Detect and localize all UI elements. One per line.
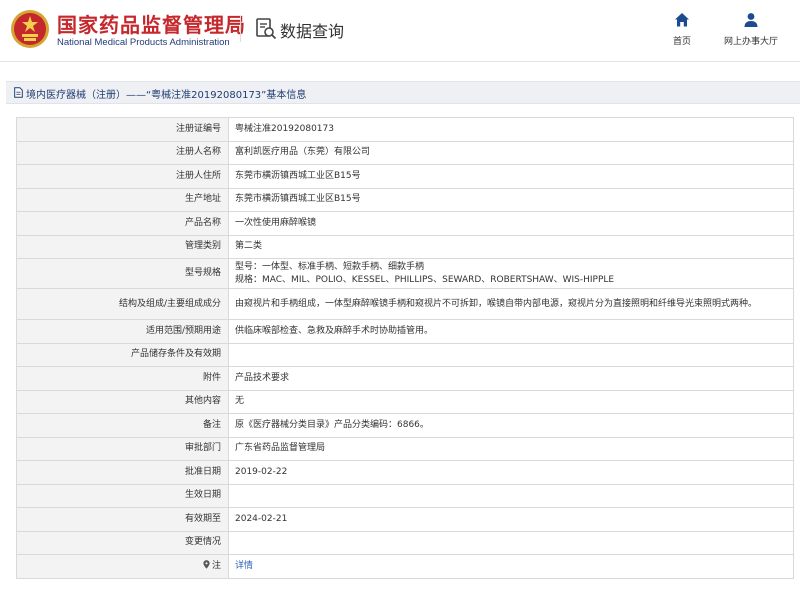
attachment-value: 产品技术要求 [228,366,794,391]
table-row: 生效日期 [16,483,794,508]
model-line: 型号：一体型、标准手柄、短款手柄、细款手柄 [235,261,425,272]
record-title: 境内医疗器械（注册）——“粤械注准20192080173”基本信息 [26,90,307,101]
registrant-address-label: 注册人住所 [16,164,229,189]
header-divider [240,16,241,42]
approval-date-value: 2019-02-22 [228,460,794,485]
national-emblem-icon [11,10,49,48]
table-row: 结构及组成/主要组成成分 由窥视片和手柄组成，一体型麻醉喉镜手柄和窥视片不可拆卸… [16,288,794,320]
table-row: 产品储存条件及有效期 [16,342,794,367]
effective-date-value [228,483,794,508]
reg-no-value: 粤械注准20192080173 [228,117,794,142]
table-row: 型号规格 型号：一体型、标准手柄、短款手柄、细款手柄 规格：MAC、MIL、PO… [16,258,794,289]
model-spec-value: 型号：一体型、标准手柄、短款手柄、细款手柄 规格：MAC、MIL、POLIO、K… [228,258,794,289]
registrant-label: 注册人名称 [16,140,229,165]
effective-date-label: 生效日期 [16,483,229,508]
scope-value: 供临床喉部检查、急救及麻醉手术时协助插管用。 [228,319,794,344]
table-row: 审批部门 广东省药品监督管理局 [16,436,794,461]
management-class-value: 第二类 [228,234,794,259]
product-name-value: 一次性使用麻醉喉镜 [228,211,794,236]
nav-service-hall-link[interactable]: 网上办事大厅 [716,12,786,47]
table-row: 注册证编号 粤械注准20192080173 [16,117,794,142]
data-query-icon [256,18,277,40]
page-header: 国家药品监督管理局 National Medical Products Admi… [0,0,800,62]
user-icon [744,13,758,27]
remark-value: 原《医疗器械分类目录》产品分类编码：6866。 [228,413,794,438]
note-value-cell: 详情 [228,554,794,579]
registrant-value: 富利凯医疗用品（东莞）有限公司 [228,140,794,165]
storage-value [228,342,794,367]
spec-line: 规格：MAC、MIL、POLIO、KESSEL、PHILLIPS、SEWARD、… [235,274,615,285]
record-title-bar: 境内医疗器械（注册）——“粤械注准20192080173”基本信息 [6,81,800,104]
nav-home-label: 首页 [672,37,691,47]
table-row: 其他内容 无 [16,389,794,414]
table-row: 产品名称 一次性使用麻醉喉镜 [16,211,794,236]
brand-name-cn: 国家药品监督管理局 [57,13,246,37]
structure-value: 由窥视片和手柄组成，一体型麻醉喉镜手柄和窥视片不可拆卸，喉镜自带内部电源，窥视片… [228,288,794,320]
document-icon [14,87,23,98]
registrant-address-value: 东莞市横沥镇西城工业区B15号 [228,164,794,189]
change-label: 变更情况 [16,530,229,555]
valid-until-label: 有效期至 [16,507,229,532]
attachment-label: 附件 [16,366,229,391]
home-icon [675,13,689,27]
remark-label: 备注 [16,413,229,438]
product-name-label: 产品名称 [16,211,229,236]
table-row: 生产地址 东莞市横沥镇西城工业区B15号 [16,187,794,212]
other-value: 无 [228,389,794,414]
nav-service-hall-label: 网上办事大厅 [723,37,778,47]
storage-label: 产品储存条件及有效期 [16,342,229,367]
change-value [228,530,794,555]
table-row: 注册人住所 东莞市横沥镇西城工业区B15号 [16,164,794,189]
map-pin-icon [203,560,210,569]
section-title: 数据查询 [280,22,345,41]
brand-name-en: National Medical Products Administration [57,37,230,48]
model-spec-label: 型号规格 [16,258,229,289]
approval-date-label: 批准日期 [16,460,229,485]
approval-dept-label: 审批部门 [16,436,229,461]
note-label: 注 [211,560,221,571]
details-link[interactable]: 详情 [235,561,253,571]
management-class-label: 管理类别 [16,234,229,259]
table-row: 注册人名称 富利凯医疗用品（东莞）有限公司 [16,140,794,165]
table-row: 变更情况 [16,530,794,555]
table-row: 适用范围/预期用途 供临床喉部检查、急救及麻醉手术时协助插管用。 [16,319,794,344]
table-row: 注 详情 [16,554,794,579]
table-row: 批准日期 2019-02-22 [16,460,794,485]
production-address-value: 东莞市横沥镇西城工业区B15号 [228,187,794,212]
device-detail-table: 注册证编号 粤械注准20192080173 注册人名称 富利凯医疗用品（东莞）有… [16,117,794,579]
table-row: 有效期至 2024-02-21 [16,507,794,532]
scope-label: 适用范围/预期用途 [16,319,229,344]
structure-label: 结构及组成/主要组成成分 [16,288,229,320]
reg-no-label: 注册证编号 [16,117,229,142]
valid-until-value: 2024-02-21 [228,507,794,532]
table-row: 管理类别 第二类 [16,234,794,259]
note-label-cell: 注 [16,554,229,579]
production-address-label: 生产地址 [16,187,229,212]
nav-home-link[interactable]: 首页 [660,12,704,47]
other-label: 其他内容 [16,389,229,414]
approval-dept-value: 广东省药品监督管理局 [228,436,794,461]
table-row: 附件 产品技术要求 [16,366,794,391]
table-row: 备注 原《医疗器械分类目录》产品分类编码：6866。 [16,413,794,438]
